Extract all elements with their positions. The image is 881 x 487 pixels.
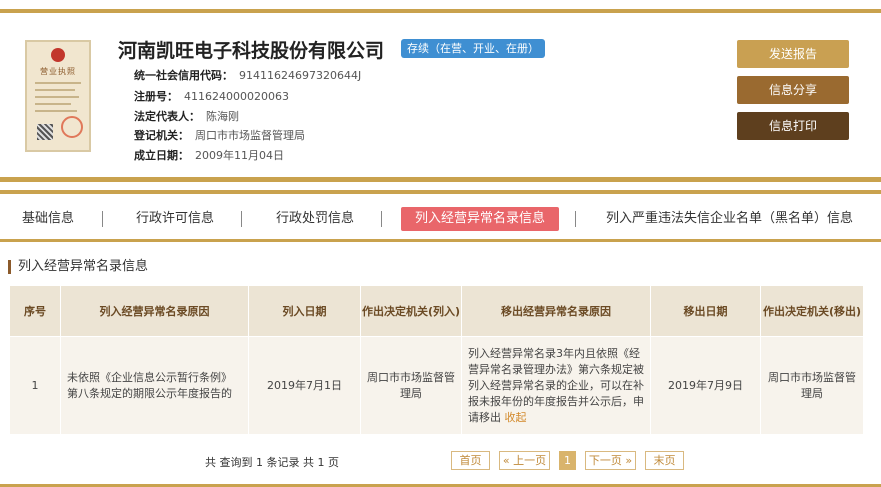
tab-basic-info[interactable]: 基础信息 <box>22 207 74 231</box>
cell-date-in: 2019年7月1日 <box>248 336 361 435</box>
current-page-button[interactable]: 1 <box>559 451 576 470</box>
table-header-row: 序号 列入经营异常名录原因 列入日期 作出决定机关(列入) 移出经营异常名录原因… <box>9 285 864 337</box>
national-emblem-icon <box>51 48 65 62</box>
tab-blacklist[interactable]: 列入严重违法失信企业名单（黑名单）信息 <box>606 207 853 231</box>
print-info-button[interactable]: 信息打印 <box>737 112 849 140</box>
header-divider <box>0 177 881 182</box>
business-license-image[interactable]: 营业执照 <box>25 40 91 152</box>
tabs-bottom-divider <box>0 239 881 242</box>
tab-abnormal-operations[interactable]: 列入经营异常名录信息 <box>401 207 560 231</box>
top-divider <box>0 9 881 13</box>
info-reg-number: 注册号： 411624000020063 <box>134 90 289 103</box>
section-title: 列入经营异常名录信息 <box>8 260 148 274</box>
cell-date-out: 2019年7月9日 <box>650 336 761 435</box>
col-date-in: 列入日期 <box>248 285 361 337</box>
prev-page-button[interactable]: « 上一页 <box>499 451 550 470</box>
col-date-out: 移出日期 <box>650 285 761 337</box>
license-title: 营业执照 <box>40 67 76 76</box>
company-name: 河南凯旺电子科技股份有限公司 <box>118 40 385 62</box>
info-credit-code: 统一社会信用代码： 91411624697320644J <box>134 69 362 82</box>
col-authority-in: 作出决定机关(列入) <box>360 285 462 337</box>
info-reg-authority: 登记机关： 周口市市场监督管理局 <box>134 129 305 142</box>
cell-reason-out: 列入经营异常名录3年内且依照《经营异常名录管理办法》第六条规定被列入经营异常名录… <box>461 336 651 435</box>
cell-authority-out: 周口市市场监督管理局 <box>760 336 864 435</box>
tab-admin-penalty[interactable]: 行政处罚信息 <box>276 207 354 231</box>
send-report-button[interactable]: 发送报告 <box>737 40 849 68</box>
col-index: 序号 <box>9 285 61 337</box>
info-legal-rep: 法定代表人： 陈海刚 <box>134 110 239 123</box>
cell-authority-in: 周口市市场监督管理局 <box>360 336 462 435</box>
seal-icon <box>61 116 83 138</box>
tab-admin-license[interactable]: 行政许可信息 <box>136 207 214 231</box>
pager-summary: 共 查询到 1 条记录 共 1 页 <box>205 456 339 469</box>
info-founded-date: 成立日期： 2009年11月04日 <box>134 149 284 162</box>
col-reason-in: 列入经营异常名录原因 <box>60 285 249 337</box>
qr-code-icon <box>37 124 53 140</box>
col-authority-out: 作出决定机关(移出) <box>760 285 864 337</box>
share-info-button[interactable]: 信息分享 <box>737 76 849 104</box>
status-badge: 存续（在营、开业、在册） <box>401 39 545 58</box>
cell-index: 1 <box>9 336 61 435</box>
cell-reason-in: 未依照《企业信息公示暂行条例》第八条规定的期限公示年度报告的 <box>60 336 249 435</box>
last-page-button[interactable]: 末页 <box>645 451 684 470</box>
remove-reason-text: 列入经营异常名录3年内且依照《经营异常名录管理办法》第六条规定被列入经营异常名录… <box>468 346 644 424</box>
collapse-link[interactable]: 收起 <box>505 411 527 424</box>
table-row: 1 未依照《企业信息公示暂行条例》第八条规定的期限公示年度报告的 2019年7月… <box>9 336 864 435</box>
tabs-top-divider <box>0 190 881 194</box>
abnormal-list-table: 序号 列入经营异常名录原因 列入日期 作出决定机关(列入) 移出经营异常名录原因… <box>9 285 864 435</box>
next-page-button[interactable]: 下一页 » <box>585 451 636 470</box>
first-page-button[interactable]: 首页 <box>451 451 490 470</box>
col-reason-out: 移出经营异常名录原因 <box>461 285 651 337</box>
